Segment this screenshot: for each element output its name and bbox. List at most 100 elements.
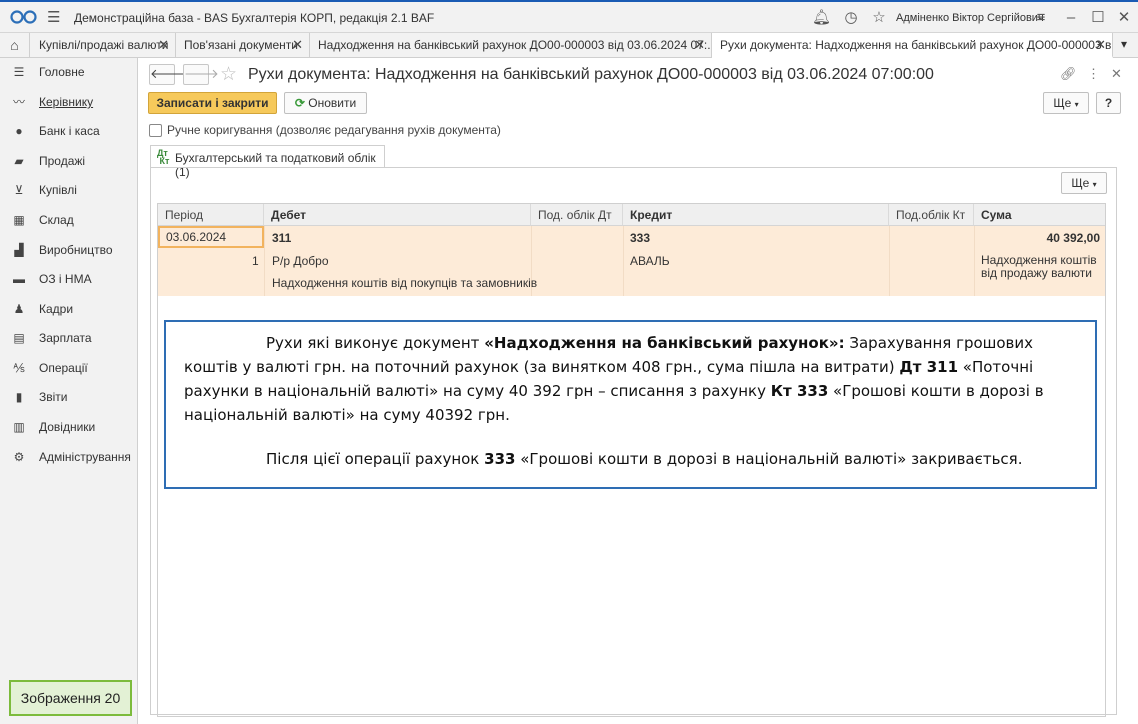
sidebar-item-hr[interactable]: ♟ Кадри bbox=[0, 298, 138, 320]
forward-button[interactable]: 🡒 bbox=[183, 64, 219, 85]
annotation-box: Рухи які виконує документ «Надходження н… bbox=[164, 320, 1097, 489]
coin-icon: ● bbox=[15, 124, 23, 138]
annotation-paragraph-2: Після цієї операції рахунок 333 «Грошові… bbox=[184, 447, 1077, 471]
column-header-period[interactable]: Період bbox=[158, 204, 264, 226]
debit-subconto-2[interactable]: Надходження коштів від покупців та замов… bbox=[272, 276, 537, 290]
gear-icon: ⚙ bbox=[13, 450, 25, 464]
column-header-credit[interactable]: Кредит bbox=[623, 204, 889, 226]
refresh-button[interactable]: ⟳ Оновити bbox=[284, 92, 367, 114]
tabs-bar: ⌂ Купівлі/продажі валюти ✕ Пов'язані док… bbox=[0, 33, 1138, 58]
sum-note-line-2: від продажу валюти bbox=[981, 266, 1092, 280]
more-label: Ще bbox=[1053, 96, 1072, 110]
row-number: 1 bbox=[252, 254, 259, 268]
chevron-down-icon: ▾ bbox=[1092, 180, 1097, 189]
more-label: Ще bbox=[1071, 176, 1090, 190]
factory-icon: ▟ bbox=[14, 243, 24, 257]
more-vertical-icon[interactable]: ⋮ bbox=[1087, 66, 1100, 82]
minimize-icon[interactable]: – bbox=[1062, 9, 1080, 27]
app-title: Демонстраційна база - BAS Бухгалтерія КО… bbox=[74, 11, 435, 25]
history-icon[interactable]: ◷ bbox=[842, 9, 860, 27]
bell-icon[interactable]: 🔔︎ bbox=[812, 9, 831, 27]
back-button[interactable]: 🡐 bbox=[149, 64, 185, 85]
sidebar-item-warehouse[interactable]: ▦ Склад bbox=[0, 209, 138, 231]
sidebar-item-production[interactable]: ▟ Виробництво bbox=[0, 239, 138, 261]
image-caption: Зображення 20 bbox=[9, 680, 132, 716]
debit-subconto-1[interactable]: Р/р Добро bbox=[272, 254, 329, 268]
credit-subconto-1[interactable]: АВАЛЬ bbox=[630, 254, 670, 268]
annotation-text: Після цієї операції рахунок bbox=[266, 450, 485, 468]
tab-bank-receipt[interactable]: Надходження на банківський рахунок ДО00-… bbox=[310, 33, 712, 58]
content-area: 🡐 🡒 ☆ Рухи документа: Надходження на бан… bbox=[139, 58, 1138, 724]
sidebar-item-manager[interactable]: 〰 Керівнику bbox=[0, 91, 138, 113]
sum-value[interactable]: 40 392,00 bbox=[974, 231, 1100, 245]
tab-label: Рухи документа: Надходження на банківськ… bbox=[720, 38, 1113, 52]
trend-icon: 〰 bbox=[12, 95, 25, 109]
tab-related-docs[interactable]: Пов'язані документи ✕ bbox=[176, 33, 310, 58]
table-more-button[interactable]: Ще ▾ bbox=[1061, 172, 1107, 194]
bag-icon: ▰ bbox=[14, 154, 24, 168]
refresh-icon: ⟳ bbox=[294, 96, 305, 110]
close-form-icon[interactable]: ✕ bbox=[1111, 66, 1122, 82]
sidebar-item-purchases[interactable]: ⊻ Купівлі bbox=[0, 179, 138, 201]
debit-account[interactable]: 311 bbox=[272, 231, 291, 245]
tab-label: Надходження на банківський рахунок ДО00-… bbox=[318, 38, 712, 52]
column-header-tax-kt[interactable]: Под.облік Кт bbox=[889, 204, 974, 226]
money-icon: ▤ bbox=[13, 331, 25, 345]
cart-icon: ⊻ bbox=[14, 183, 24, 197]
annotation-doc-name: «Надходження на банківський рахунок»: bbox=[484, 334, 845, 352]
manual-edit-label: Ручне коригування (дозволяє редагування … bbox=[167, 123, 501, 137]
tabs-dropdown-icon[interactable]: ▾ bbox=[1121, 37, 1127, 51]
close-icon[interactable]: ✕ bbox=[694, 37, 705, 53]
dt-kt-icon: Дт Кт bbox=[157, 148, 170, 166]
sidebar-item-reports[interactable]: ▮ Звіти bbox=[0, 386, 138, 408]
tab-document-movements[interactable]: Рухи документа: Надходження на банківськ… bbox=[712, 33, 1113, 58]
column-header-tax-dt[interactable]: Под. облік Дт bbox=[531, 204, 623, 226]
sidebar-item-admin[interactable]: ⚙ Адміністрування bbox=[0, 446, 138, 468]
maximize-icon[interactable]: ☐ bbox=[1089, 9, 1107, 27]
help-button[interactable]: ? bbox=[1096, 92, 1121, 114]
bar-chart-icon: ▮ bbox=[15, 390, 23, 404]
settings-lines-icon[interactable]: ≡ bbox=[1032, 9, 1050, 27]
annotation-text: Рухи які виконує документ bbox=[266, 334, 485, 352]
favorite-star-icon[interactable]: ☆ bbox=[220, 63, 237, 86]
tab-currency-trade[interactable]: Купівлі/продажі валюти ✕ bbox=[31, 33, 176, 58]
sidebar-item-directories[interactable]: ▥ Довідники bbox=[0, 416, 138, 438]
user-name[interactable]: Адміненко Віктор Сергійович bbox=[896, 12, 1044, 24]
close-icon[interactable]: ✕ bbox=[158, 37, 169, 53]
sidebar-item-fixed-assets[interactable]: ▬ ОЗ і НМА bbox=[0, 268, 138, 290]
period-cell[interactable]: 03.06.2024 bbox=[158, 226, 264, 248]
sidebar-item-bank[interactable]: ● Банк і каса bbox=[0, 120, 138, 142]
save-and-close-button[interactable]: Записати і закрити bbox=[148, 92, 277, 114]
close-icon[interactable]: ✕ bbox=[1095, 37, 1106, 53]
person-icon: ♟ bbox=[13, 302, 25, 316]
sidebar-item-sales[interactable]: ▰ Продажі bbox=[0, 150, 138, 172]
column-header-debit[interactable]: Дебет bbox=[264, 204, 531, 226]
home-icon[interactable]: ⌂ bbox=[0, 33, 30, 58]
tab-label: Пов'язані документи bbox=[184, 38, 298, 52]
period-value: 03.06.2024 bbox=[166, 230, 227, 244]
manual-edit-checkbox[interactable] bbox=[149, 124, 162, 137]
link-icon[interactable]: 🔗︎ bbox=[1060, 66, 1077, 82]
page-title: Рухи документа: Надходження на банківськ… bbox=[248, 66, 934, 83]
annotation-paragraph-1: Рухи які виконує документ «Надходження н… bbox=[184, 331, 1077, 427]
main-menu-icon[interactable]: ☰ bbox=[47, 10, 60, 25]
annotation-account: 333 bbox=[484, 450, 516, 468]
close-icon[interactable]: ✕ bbox=[292, 37, 303, 53]
star-icon[interactable]: ☆ bbox=[870, 9, 888, 27]
app-logo-icon[interactable] bbox=[10, 8, 38, 26]
truck-icon: ▬ bbox=[13, 272, 25, 286]
annotation-debit: Дт 311 bbox=[899, 358, 959, 376]
sidebar-item-salary[interactable]: ▤ Зарплата bbox=[0, 327, 138, 349]
more-button[interactable]: Ще ▾ bbox=[1043, 92, 1089, 114]
sidebar-item-main[interactable]: ☰ Головне bbox=[0, 61, 138, 83]
tab-accounting[interactable]: Дт Кт Бухгалтерський та податковий облік… bbox=[150, 145, 385, 179]
sidebar-item-operations[interactable]: ⅍ Операції bbox=[0, 357, 138, 379]
sidebar: ☰ Головне 〰 Керівнику ● Банк і каса ▰ Продаж… bbox=[0, 58, 138, 724]
sum-note: Надходження коштів від продажу валюти bbox=[981, 254, 1097, 280]
credit-account[interactable]: 333 bbox=[630, 231, 650, 245]
annotation-text: «Грошові кошти в дорозі в національній в… bbox=[515, 450, 1023, 468]
column-header-sum[interactable]: Сума bbox=[974, 204, 1105, 226]
grid-icon: ▦ bbox=[13, 213, 25, 227]
close-window-icon[interactable]: ✕ bbox=[1115, 9, 1133, 27]
chevron-down-icon: ▾ bbox=[1074, 100, 1079, 109]
